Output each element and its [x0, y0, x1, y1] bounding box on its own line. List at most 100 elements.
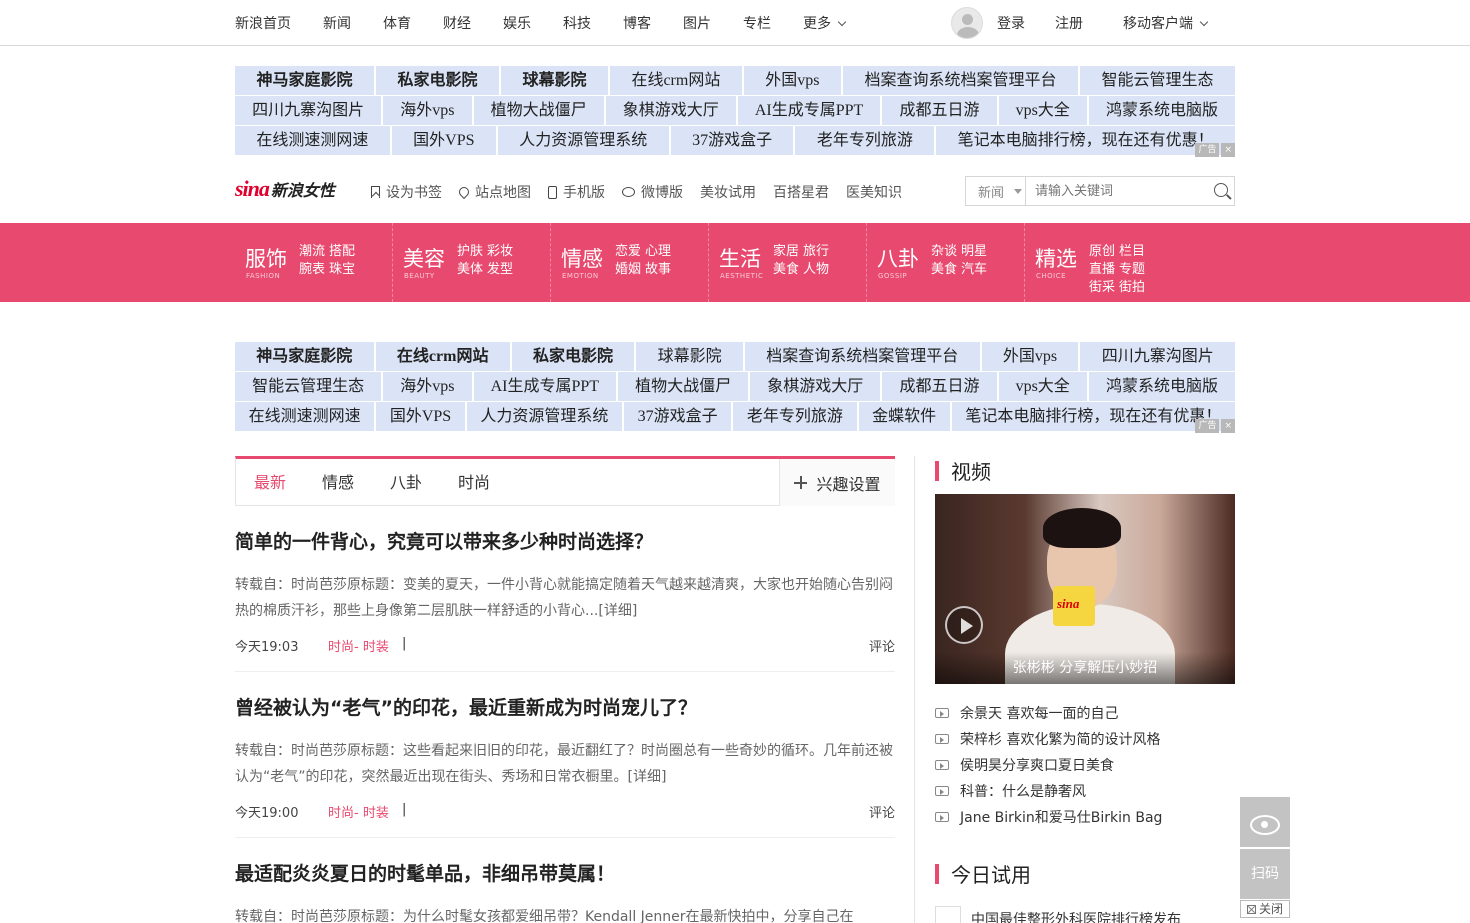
ad-link[interactable]: 鸿蒙系统电脑版 [1088, 96, 1236, 126]
register-link[interactable]: 注册 [1055, 13, 1083, 33]
close-float-button[interactable]: 关闭 [1240, 900, 1290, 918]
ad-link[interactable]: 四川九寨沟图片 [235, 96, 384, 126]
ad-link[interactable]: 在线crm网站 [609, 66, 744, 96]
channel-sublink[interactable]: 彩妆 [487, 243, 513, 261]
channel-sublink[interactable]: 旅行 [803, 243, 829, 261]
channel-sublink[interactable]: 明星 [961, 243, 987, 261]
beauty-trial-link[interactable]: 美妆试用 [700, 182, 756, 202]
ad-link[interactable]: vps大全 [998, 372, 1089, 402]
weibo-version-link[interactable]: 微博版 [622, 182, 683, 202]
channel-sublink[interactable]: 美体 [457, 261, 483, 279]
nav-tech[interactable]: 科技 [563, 13, 591, 33]
channel-sublink[interactable]: 街采 [1089, 279, 1115, 297]
article-category[interactable]: 时尚- 时装 [328, 802, 389, 821]
channel-sublink[interactable]: 心理 [645, 243, 671, 261]
tab-emotion[interactable]: 情感 [304, 459, 372, 506]
channel-sublink[interactable]: 杂谈 [931, 243, 957, 261]
article-detail-link[interactable]: [详细] [628, 769, 667, 785]
ad-link[interactable]: AI生成专属PPT [737, 96, 883, 126]
ad-link[interactable]: 国外VPS [391, 126, 498, 156]
ad-link[interactable]: 在线测速测网速 [235, 126, 392, 156]
scan-qr-button[interactable]: 扫码 [1240, 849, 1290, 899]
channel-sublink[interactable]: 恋爱 [615, 243, 641, 261]
ad-link[interactable]: 鸿蒙系统电脑版 [1088, 372, 1236, 402]
ad-link[interactable]: 老年专列旅游 [795, 126, 937, 156]
avatar[interactable] [951, 7, 983, 39]
ad-link[interactable]: 海外vps [383, 372, 474, 402]
ad-close-icon[interactable]: × [1221, 143, 1235, 157]
channel-title[interactable]: 八卦 [877, 243, 919, 273]
channel-sublink[interactable]: 直播 [1089, 261, 1115, 279]
ad-link[interactable]: 球幕影院 [500, 66, 610, 96]
ad-link[interactable]: 球幕影院 [636, 342, 745, 372]
mobile-client-dropdown[interactable]: 移动客户端 [1123, 13, 1209, 33]
article-category[interactable]: 时尚- 时装 [328, 636, 389, 655]
ad-link[interactable]: 象棋游戏大厅 [605, 96, 738, 126]
ad-link[interactable]: 外国vps [981, 342, 1081, 372]
channel-aesthetic[interactable]: 生活 AESTHETIC 家居 旅行 美食 人物 [709, 223, 867, 302]
channel-sublink[interactable]: 原创 [1089, 243, 1115, 261]
tab-fashion[interactable]: 时尚 [440, 459, 508, 506]
nav-photos[interactable]: 图片 [683, 13, 711, 33]
channel-sublink[interactable]: 发型 [487, 261, 513, 279]
bookmark-link[interactable]: 设为书签 [371, 182, 442, 202]
channel-sublink[interactable]: 搭配 [329, 243, 355, 261]
channel-fashion[interactable]: 服饰 FASHION 潮流 搭配 腕表 珠宝 [235, 223, 393, 302]
video-list-item[interactable]: 余景天 喜欢每一面的自己 [935, 700, 1235, 726]
play-icon[interactable] [945, 606, 983, 644]
nav-entertainment[interactable]: 娱乐 [503, 13, 531, 33]
medical-beauty-link[interactable]: 医美知识 [846, 182, 902, 202]
ad-link[interactable]: 在线测速测网速 [235, 402, 377, 432]
search-input[interactable] [1025, 177, 1205, 205]
nav-columns[interactable]: 专栏 [743, 13, 771, 33]
ad-link[interactable]: 私家电影院 [511, 342, 637, 372]
ad-link[interactable]: vps大全 [998, 96, 1089, 126]
video-list-item[interactable]: Jane Birkin和爱马仕Birkin Bag [935, 804, 1235, 830]
tab-gossip[interactable]: 八卦 [372, 459, 440, 506]
ad-link[interactable]: 成都五日游 [882, 96, 999, 126]
channel-sublink[interactable]: 人物 [803, 261, 829, 279]
channel-sublink[interactable]: 专题 [1119, 261, 1145, 279]
channel-choice[interactable]: 精选 CHOICE 原创 栏目 直播 专题 街采 街拍 [1025, 223, 1183, 302]
ad-link[interactable]: AI生成专属PPT [473, 372, 619, 402]
ad-link[interactable]: 神马家庭影院 [235, 342, 376, 372]
article-title[interactable]: 最适配炎炎夏日的时髦单品，非细吊带莫属！ [235, 859, 895, 886]
interest-settings-button[interactable]: 兴趣设置 [779, 459, 895, 506]
ad-link[interactable]: 私家电影院 [375, 66, 501, 96]
article-detail-link[interactable]: [详细] [598, 603, 637, 619]
channel-beauty[interactable]: 美容 BEAUTY 护肤 彩妆 美体 发型 [393, 223, 551, 302]
article-comment-link[interactable]: 评论 [869, 802, 895, 821]
search-category-select[interactable]: 新闻 [966, 177, 1026, 205]
featured-video[interactable]: sina 张彬彬 分享解压小妙招 [935, 494, 1235, 684]
channel-sublink[interactable]: 美食 [773, 261, 799, 279]
ad-link[interactable]: 老年专列旅游 [733, 402, 859, 432]
channel-sublink[interactable]: 汽车 [961, 261, 987, 279]
ad-link[interactable]: 海外vps [383, 96, 474, 126]
mobile-version-link[interactable]: 手机版 [548, 182, 605, 202]
ad-link[interactable]: 外国vps [743, 66, 844, 96]
video-list-item[interactable]: 荣梓杉 喜欢化繁为简的设计风格 [935, 726, 1235, 752]
nav-sports[interactable]: 体育 [383, 13, 411, 33]
nav-sina-home[interactable]: 新浪首页 [235, 13, 291, 33]
ad-link[interactable]: 智能云管理生态 [235, 372, 384, 402]
nav-finance[interactable]: 财经 [443, 13, 471, 33]
video-list-item[interactable]: 侯明昊分享爽口夏日美食 [935, 752, 1235, 778]
sina-women-logo[interactable]: sina 新浪女性 [235, 172, 335, 206]
ad-link[interactable]: 成都五日游 [882, 372, 999, 402]
nav-blog[interactable]: 博客 [623, 13, 651, 33]
ad-link[interactable]: 在线crm网站 [375, 342, 512, 372]
ad-link[interactable]: 植物大战僵尸 [473, 96, 606, 126]
channel-sublink[interactable]: 故事 [645, 261, 671, 279]
ad-link[interactable]: 四川九寨沟图片 [1080, 342, 1236, 372]
channel-sublink[interactable]: 家居 [773, 243, 799, 261]
channel-sublink[interactable]: 婚姻 [615, 261, 641, 279]
weibo-share-button[interactable] [1240, 797, 1290, 847]
ad-link[interactable]: 37游戏盒子 [670, 126, 796, 156]
article-title[interactable]: 简单的一件背心，究竟可以带来多少种时尚选择？ [235, 527, 895, 554]
sitemap-link[interactable]: 站点地图 [456, 182, 531, 202]
article-title[interactable]: 曾经被认为“老气”的印花，最近重新成为时尚宠儿了？ [235, 693, 895, 720]
channel-sublink[interactable]: 栏目 [1119, 243, 1145, 261]
ad-link[interactable]: 国外VPS [376, 402, 467, 432]
nav-more-dropdown[interactable]: 更多 [803, 13, 847, 33]
channel-sublink[interactable]: 护肤 [457, 243, 483, 261]
